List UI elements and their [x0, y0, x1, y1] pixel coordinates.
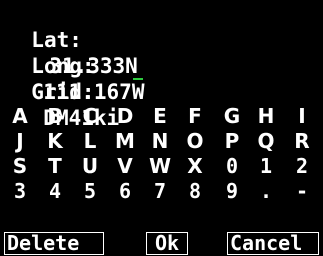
key-8[interactable]: 8: [178, 179, 212, 204]
key-t[interactable]: T: [38, 154, 72, 179]
key-g[interactable]: G: [215, 104, 249, 129]
key-0[interactable]: 0: [215, 154, 249, 179]
key-o[interactable]: O: [178, 129, 212, 154]
key-b[interactable]: B: [38, 104, 72, 129]
key-p[interactable]: P: [215, 129, 249, 154]
key-r[interactable]: R: [285, 129, 319, 154]
key-k[interactable]: K: [38, 129, 72, 154]
key-f[interactable]: F: [178, 104, 212, 129]
key-c[interactable]: C: [73, 104, 107, 129]
key-4[interactable]: 4: [38, 179, 72, 204]
keyboard-row: JKLMNOPQR: [0, 129, 323, 154]
key-5[interactable]: 5: [73, 179, 107, 204]
key-e[interactable]: E: [143, 104, 177, 129]
key-h[interactable]: H: [249, 104, 283, 129]
cancel-button[interactable]: Cancel: [227, 232, 319, 255]
key-6[interactable]: 6: [108, 179, 142, 204]
key-7[interactable]: 7: [143, 179, 177, 204]
key-l[interactable]: L: [73, 129, 107, 154]
on-screen-keyboard: ABCDEFGHIJKLMNOPQRSTUVWX0123456789.-: [0, 104, 323, 204]
key-v[interactable]: V: [108, 154, 142, 179]
keyboard-row: STUVWX012: [0, 154, 323, 179]
grid-label: Grid:: [31, 80, 95, 104]
key-j[interactable]: J: [3, 129, 37, 154]
text-cursor: W: [131, 78, 145, 104]
latitude-row: Lat: 31.333N: [6, 1, 138, 78]
key-w[interactable]: W: [143, 154, 177, 179]
ok-button[interactable]: Ok: [146, 232, 188, 255]
key-d[interactable]: D: [108, 104, 142, 129]
key-9[interactable]: 9: [215, 179, 249, 204]
key-3[interactable]: 3: [3, 179, 37, 204]
keyboard-row: 3456789.-: [0, 179, 323, 204]
key-x[interactable]: X: [178, 154, 212, 179]
key-q[interactable]: Q: [249, 129, 283, 154]
key-s[interactable]: S: [3, 154, 37, 179]
key-m[interactable]: M: [108, 129, 142, 154]
key-i[interactable]: I: [285, 104, 319, 129]
keyboard-row: ABCDEFGHI: [0, 104, 323, 129]
key-n[interactable]: N: [143, 129, 177, 154]
key-dot[interactable]: .: [249, 179, 283, 204]
action-bar: Delete Ok Cancel: [0, 230, 323, 256]
key-dash[interactable]: -: [285, 179, 319, 204]
grid-row: Grid: DM41ki: [6, 53, 119, 130]
key-u[interactable]: U: [73, 154, 107, 179]
key-a[interactable]: A: [3, 104, 37, 129]
key-1[interactable]: 1: [249, 154, 283, 179]
delete-button[interactable]: Delete: [4, 232, 104, 255]
longitude-row: Long: 111.167W: [6, 27, 144, 104]
key-2[interactable]: 2: [285, 154, 319, 179]
